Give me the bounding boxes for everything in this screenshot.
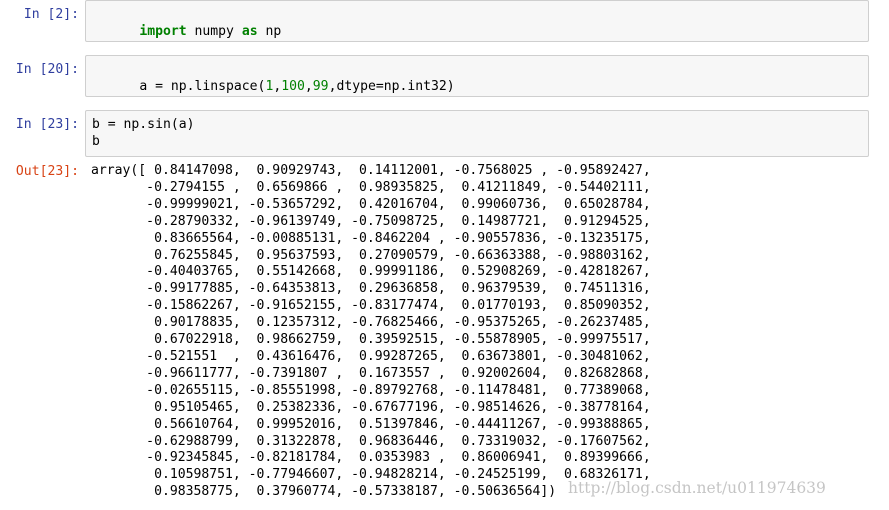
code-line: b = np.sin(a) xyxy=(92,117,195,132)
output-line: -0.99999021, -0.53657292, 0.42016704, 0.… xyxy=(91,196,651,212)
input-prompt: In [2]: xyxy=(23,7,79,22)
keyword-as: as xyxy=(241,24,258,39)
output-line: -0.99177885, -0.64353813, 0.29636858, 0.… xyxy=(91,281,651,297)
notebook-cell-sin[interactable]: In [23]: b = np.sin(a) b Out[23]: array([… xyxy=(0,110,889,510)
output-line: -0.40403765, 0.55142668, 0.99991186, 0.5… xyxy=(91,264,651,280)
code-input-area[interactable]: import numpy as np xyxy=(85,0,869,42)
code-token: a = np.linspace( xyxy=(139,79,266,94)
output-line: 0.76255845, 0.95637593, 0.27090579, -0.6… xyxy=(91,247,651,263)
output-line: -0.62988799, 0.31322878, 0.96836446, 0.7… xyxy=(91,433,651,449)
watermark: http://blog.csdn.net/u011974639 xyxy=(568,479,826,497)
notebook-cell-linspace[interactable]: In [20]: a = np.linspace(1,100,99,dtype=… xyxy=(0,55,889,97)
input-prompt: In [20]: xyxy=(15,62,79,77)
output-line: 0.98358775, 0.37960774, -0.57338187, -0.… xyxy=(91,484,557,500)
number-literal: 100 xyxy=(281,79,305,94)
code-token: numpy xyxy=(186,24,242,39)
code-input-area[interactable]: a = np.linspace(1,100,99,dtype=np.int32) xyxy=(85,55,869,97)
output-line: 0.90178835, 0.12357312, -0.76825466, -0.… xyxy=(91,315,651,331)
output-line: 0.95105465, 0.25382336, -0.67677196, -0.… xyxy=(91,399,651,415)
code-line: b xyxy=(92,134,100,149)
output-line: -0.28790332, -0.96139749, -0.75098725, 0… xyxy=(91,213,651,229)
code-token: , xyxy=(304,79,313,94)
output-line: 0.67022918, 0.98662759, 0.39592515, -0.5… xyxy=(91,332,651,348)
output-line: -0.92345845, -0.82181784, 0.0353983 , 0.… xyxy=(91,450,651,466)
output-line: array([ 0.84147098, 0.90929743, 0.141120… xyxy=(91,163,651,178)
code-text: b = np.sin(a) b xyxy=(92,116,194,150)
keyword-import: import xyxy=(139,24,187,39)
cell-output: array([ 0.84147098, 0.90929743, 0.141120… xyxy=(91,163,651,501)
output-line: -0.02655115, -0.85551998, -0.89792768, -… xyxy=(91,382,651,398)
output-line: -0.96611777, -0.7391807 , 0.1673557 , 0.… xyxy=(91,365,651,381)
code-text: import numpy as np xyxy=(92,6,281,57)
notebook-cell-import[interactable]: In [2]: import numpy as np xyxy=(0,0,889,42)
output-line: 0.83665564, -0.00885131, -0.8462204 , -0… xyxy=(91,230,651,246)
code-token: ,dtype=np.int32) xyxy=(328,79,455,94)
output-line: 0.56610764, 0.99952016, 0.51397846, -0.4… xyxy=(91,416,651,432)
number-literal: 99 xyxy=(312,79,329,94)
output-prompt: Out[23]: xyxy=(15,164,79,179)
code-token: np xyxy=(257,24,282,39)
input-prompt: In [23]: xyxy=(15,117,79,132)
output-line: -0.521551 , 0.43616476, 0.99287265, 0.63… xyxy=(91,348,651,364)
code-text: a = np.linspace(1,100,99,dtype=np.int32) xyxy=(92,61,455,112)
output-line: 0.10598751, -0.77946607, -0.94828214, -0… xyxy=(91,467,651,483)
code-input-area[interactable]: b = np.sin(a) b xyxy=(85,110,869,157)
output-line: -0.15862267, -0.91652155, -0.83177474, 0… xyxy=(91,298,651,314)
output-line: -0.2794155 , 0.6569866 , 0.98935825, 0.4… xyxy=(91,179,651,195)
